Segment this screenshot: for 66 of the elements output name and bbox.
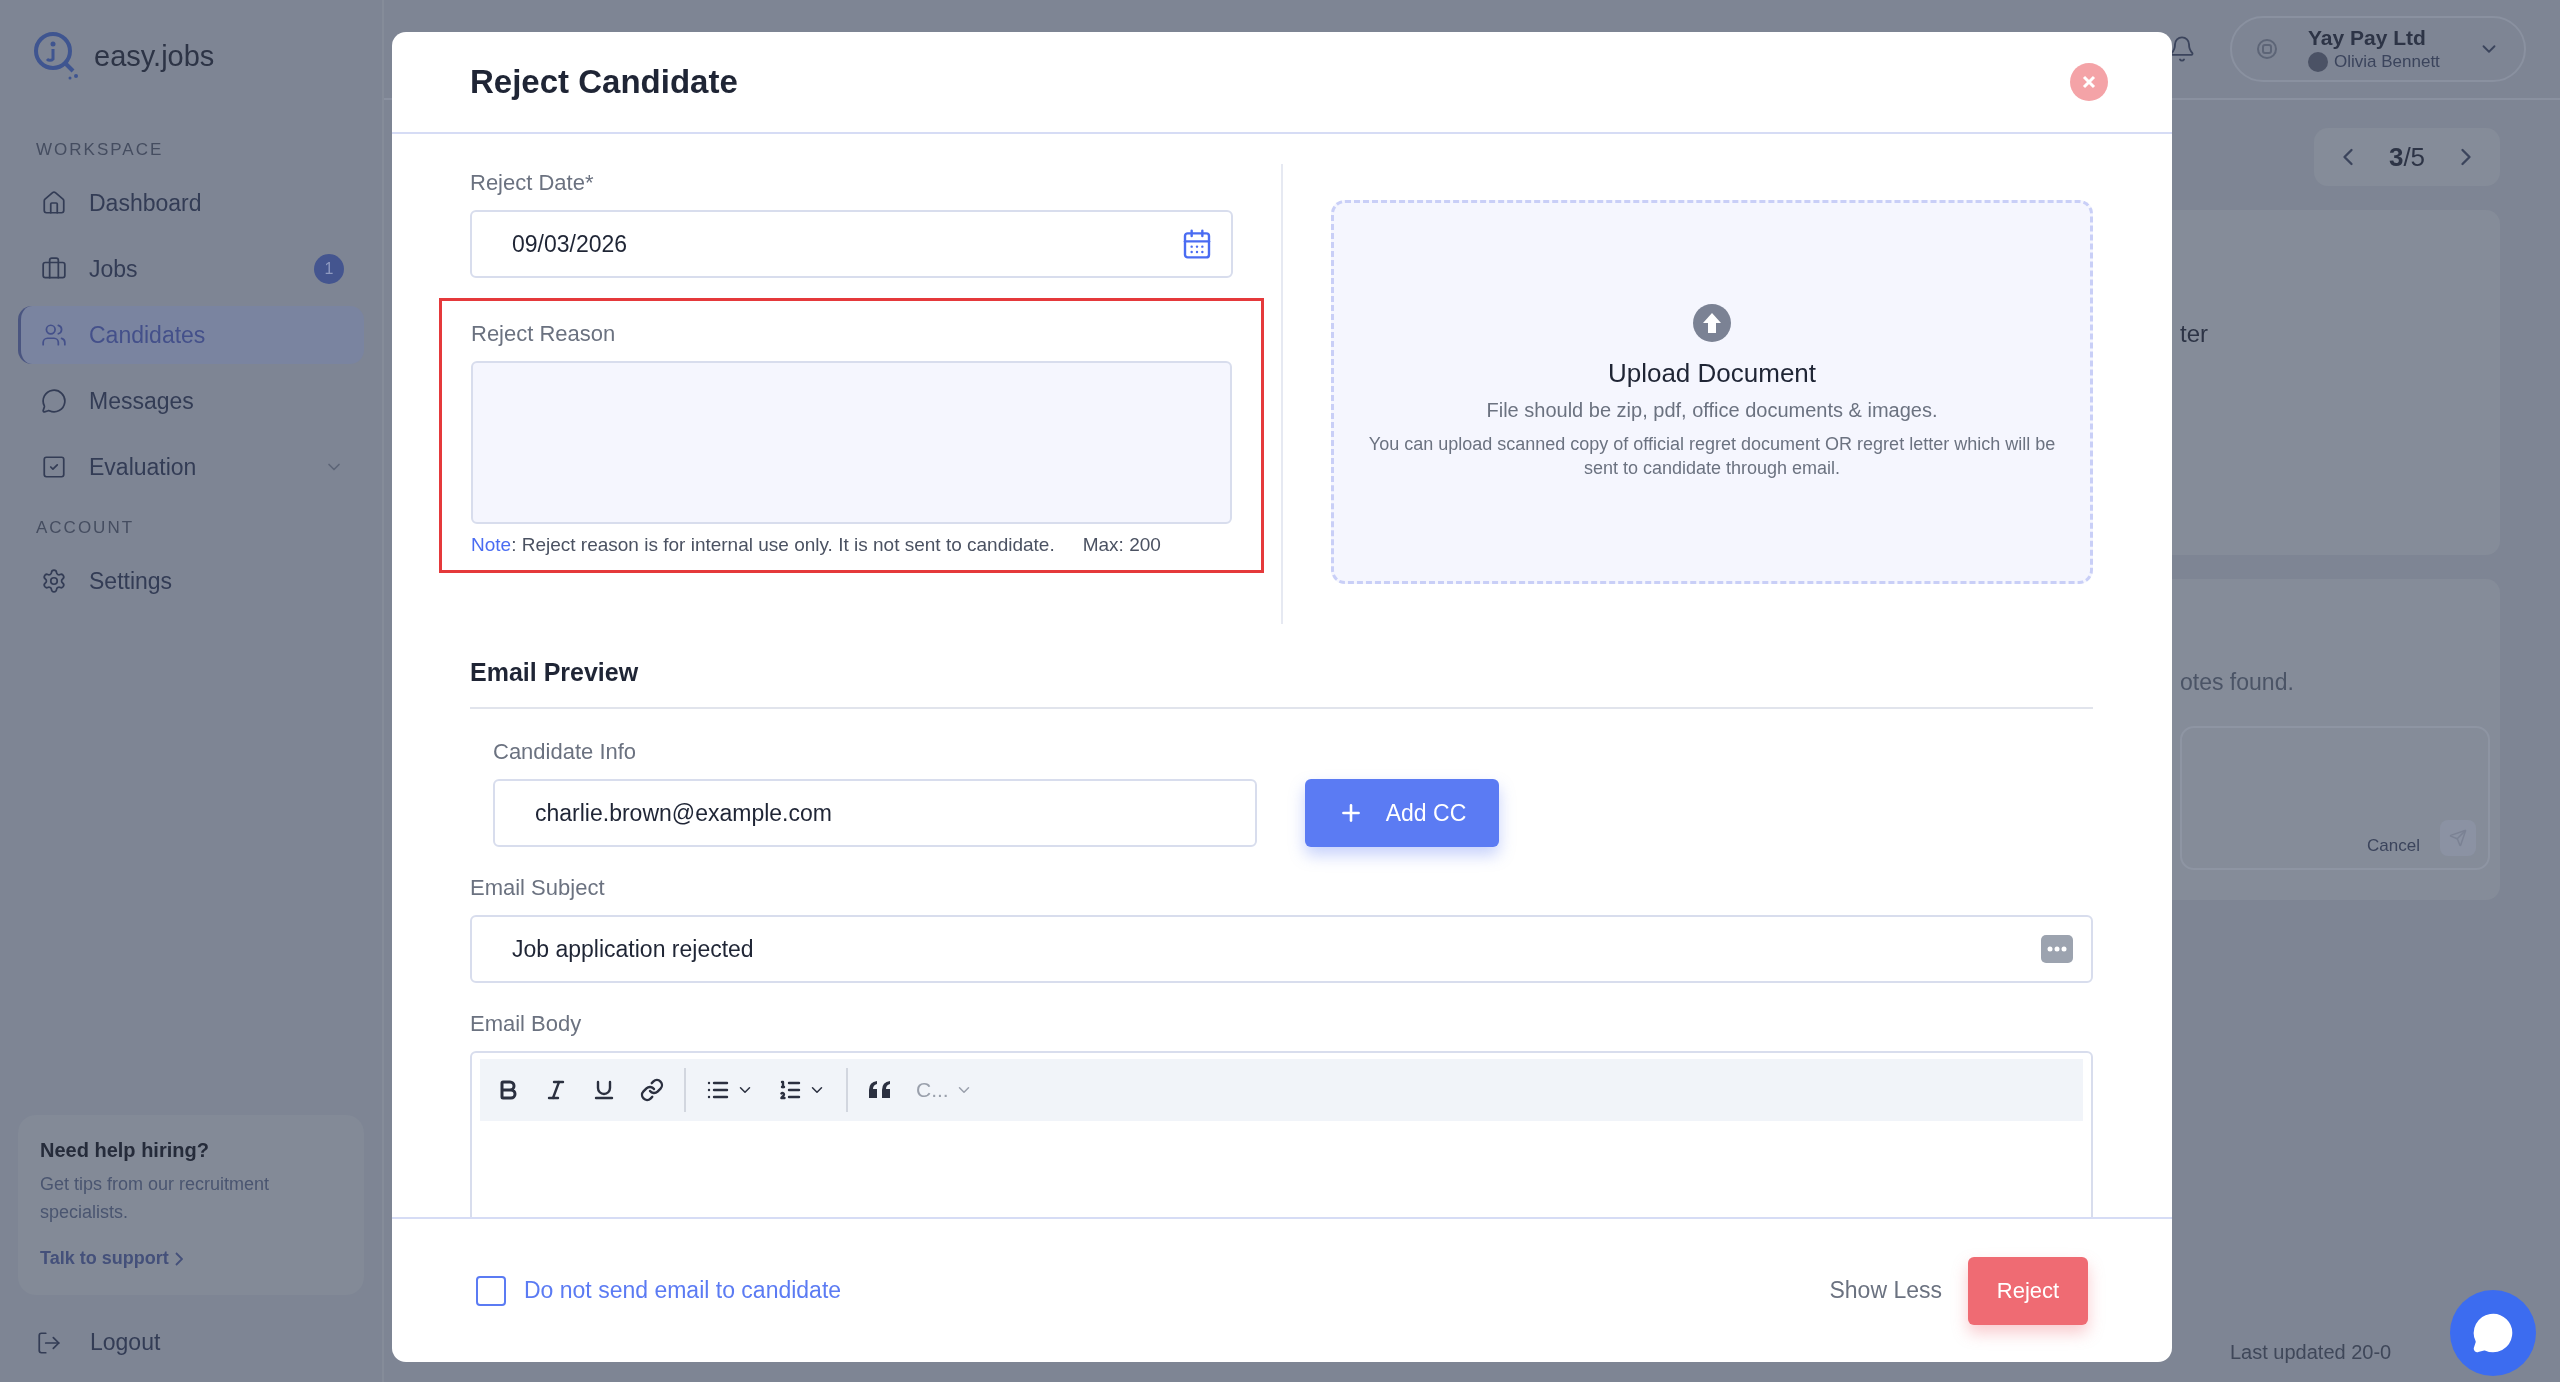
section-heading: Email Preview <box>470 658 2093 709</box>
email-body-editor[interactable]: C... <box>470 1051 2093 1217</box>
field-label: Candidate Info <box>493 739 638 765</box>
checkbox-icon <box>41 454 67 480</box>
field-label: Reject Reason <box>471 321 617 347</box>
cancel-link[interactable]: Cancel <box>2367 836 2420 856</box>
upload-icon <box>1693 304 1731 342</box>
chat-bubble-icon <box>41 388 67 414</box>
count-badge: 1 <box>314 254 344 284</box>
dialog-title: Reject Candidate <box>470 63 738 101</box>
logo-icon <box>32 30 80 82</box>
heading-dropdown[interactable]: C... <box>906 1068 983 1112</box>
help-text: Get tips from our recruitment specialists. <box>40 1173 271 1224</box>
calendar-icon[interactable] <box>1181 228 1213 260</box>
upload-dropzone[interactable]: Upload Document File should be zip, pdf, office documents & images. You can upload scanned copy of official regret document OR regret letter which will be sent to candidate through email. <box>1331 200 2093 584</box>
help-title: Need help hiring? <box>40 1139 210 1162</box>
field-label: Email Body <box>470 1011 583 1037</box>
pager-count: 3/5 <box>2388 141 2426 173</box>
more-icon[interactable] <box>2041 935 2073 963</box>
reject-button[interactable]: Reject <box>1968 1256 2088 1325</box>
email-field[interactable]: charlie.brown@example.com <box>493 779 1257 847</box>
reason-field[interactable] <box>471 361 1232 524</box>
field-label: Reject Date* <box>470 170 595 196</box>
people-icon <box>41 322 67 348</box>
sidebar-item[interactable]: Settings <box>18 552 364 610</box>
section-title: ACCOUNT <box>35 518 136 538</box>
app-logo-text: easy.jobs <box>94 39 215 73</box>
sidebar-item[interactable]: Evaluation <box>18 438 364 496</box>
close-icon <box>2082 75 2096 89</box>
checkbox[interactable] <box>476 1275 506 1306</box>
support-link[interactable]: Talk to support <box>40 1248 342 1269</box>
field-label: Email Subject <box>470 875 606 901</box>
logout-link[interactable]: Logout <box>18 1295 364 1356</box>
company-name: Yay Pay Ltd <box>2308 26 2427 50</box>
note-input[interactable]: Cancel <box>2180 726 2490 870</box>
upload-title: Upload Document <box>1607 358 1817 389</box>
date-field[interactable]: 09/03/2026 <box>470 210 1233 278</box>
upload-hint: File should be zip, pdf, office documents & images. <box>1486 399 1938 422</box>
section-title: WORKSPACE <box>35 140 165 160</box>
subject-field[interactable]: Job application rejected <box>470 915 2093 983</box>
quote-icon <box>868 1080 892 1100</box>
sidebar-item[interactable]: Jobs 1 <box>18 240 364 298</box>
underline-icon <box>592 1078 616 1102</box>
checkbox-label[interactable]: Do not send email to candidate <box>524 1277 1806 1304</box>
sidebar-item[interactable]: Messages <box>18 372 364 430</box>
show-less-button[interactable]: Show Less <box>1823 1276 1948 1305</box>
briefcase-icon <box>41 256 67 282</box>
notes-text: otes found. <box>2180 669 2295 696</box>
house-icon <box>41 190 67 216</box>
last-updated-text: Last updated 20-0 <box>2230 1341 2393 1364</box>
numbered-list-icon <box>778 1078 802 1102</box>
settings-icon <box>41 568 67 594</box>
avatar <box>2308 52 2328 72</box>
max-length-text: Max: 200 <box>1082 534 1161 556</box>
upload-description: You can upload scanned copy of official regret document OR regret letter which will be sent to candidate through email. <box>1367 433 2057 480</box>
sidebar-item[interactable]: Dashboard <box>18 174 364 232</box>
logout-icon <box>36 1329 62 1356</box>
link-icon <box>640 1078 664 1102</box>
reject-reason-note: Note: Reject reason is for internal use only. It is not sent to candidate. <box>471 534 1055 556</box>
chevron-right-icon <box>174 1251 183 1266</box>
card-text: ter <box>2180 320 2209 348</box>
company-icon <box>2256 38 2278 60</box>
company-switcher[interactable]: Yay Pay Ltd Olivia Bennett <box>2230 16 2526 82</box>
user-name: Olivia Bennett <box>2334 52 2440 72</box>
chat-bubble-icon <box>2472 1312 2514 1354</box>
add-cc-button[interactable]: Add CC <box>1305 779 1499 847</box>
